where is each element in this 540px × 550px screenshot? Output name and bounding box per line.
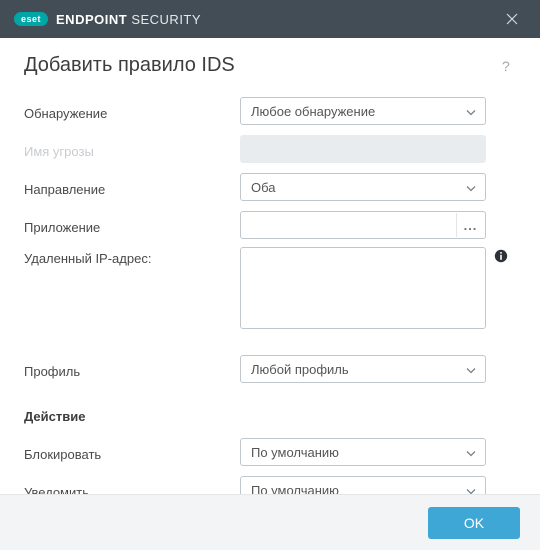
row-remote-ip: Удаленный IP-адрес: <box>24 247 516 329</box>
svg-text:?: ? <box>502 59 510 73</box>
label-direction: Направление <box>24 178 240 197</box>
label-threat: Имя угрозы <box>24 140 240 159</box>
row-profile: Профиль Любой профиль <box>24 353 516 385</box>
info-button[interactable] <box>494 249 510 265</box>
block-select[interactable]: По умолчанию <box>240 438 486 466</box>
chevron-down-icon <box>466 362 476 377</box>
row-detection: Обнаружение Любое обнаружение <box>24 95 516 127</box>
footer: OK <box>0 494 540 550</box>
section-action-heading: Действие <box>24 409 516 424</box>
detection-value: Любое обнаружение <box>251 104 375 119</box>
ok-button[interactable]: OK <box>428 507 520 539</box>
row-threat: Имя угрозы <box>24 133 516 165</box>
close-icon <box>506 13 518 25</box>
brand: eset ENDPOINT SECURITY <box>14 12 201 27</box>
browse-button[interactable]: ... <box>456 213 484 237</box>
label-remote-ip: Удаленный IP-адрес: <box>24 247 240 266</box>
row-application: Приложение ... <box>24 209 516 241</box>
label-application: Приложение <box>24 216 240 235</box>
direction-value: Оба <box>251 180 276 195</box>
profile-value: Любой профиль <box>251 362 349 377</box>
titlebar: eset ENDPOINT SECURITY <box>0 0 540 38</box>
content: Добавить правило IDS ? Обнаружение Любое… <box>0 38 540 544</box>
row-direction: Направление Оба <box>24 171 516 203</box>
block-value: По умолчанию <box>251 445 339 460</box>
brand-text-bold: ENDPOINT <box>56 12 127 27</box>
chevron-down-icon <box>466 445 476 460</box>
brand-badge: eset <box>14 12 48 26</box>
threat-input <box>240 135 486 163</box>
brand-text: ENDPOINT SECURITY <box>56 12 201 27</box>
label-block: Блокировать <box>24 443 240 462</box>
direction-select[interactable]: Оба <box>240 173 486 201</box>
profile-select[interactable]: Любой профиль <box>240 355 486 383</box>
row-block: Блокировать По умолчанию <box>24 436 516 468</box>
label-profile: Профиль <box>24 360 240 379</box>
header-row: Добавить правило IDS ? <box>24 54 516 77</box>
remote-ip-textarea[interactable] <box>240 247 486 329</box>
chevron-down-icon <box>466 104 476 119</box>
chevron-down-icon <box>466 180 476 195</box>
help-button[interactable]: ? <box>496 56 516 76</box>
help-icon: ? <box>499 59 513 73</box>
brand-text-light: SECURITY <box>131 12 201 27</box>
application-input[interactable]: ... <box>240 211 486 239</box>
page-title: Добавить правило IDS <box>24 54 235 77</box>
detection-select[interactable]: Любое обнаружение <box>240 97 486 125</box>
close-button[interactable] <box>498 5 526 33</box>
info-icon <box>494 249 508 263</box>
label-detection: Обнаружение <box>24 102 240 121</box>
